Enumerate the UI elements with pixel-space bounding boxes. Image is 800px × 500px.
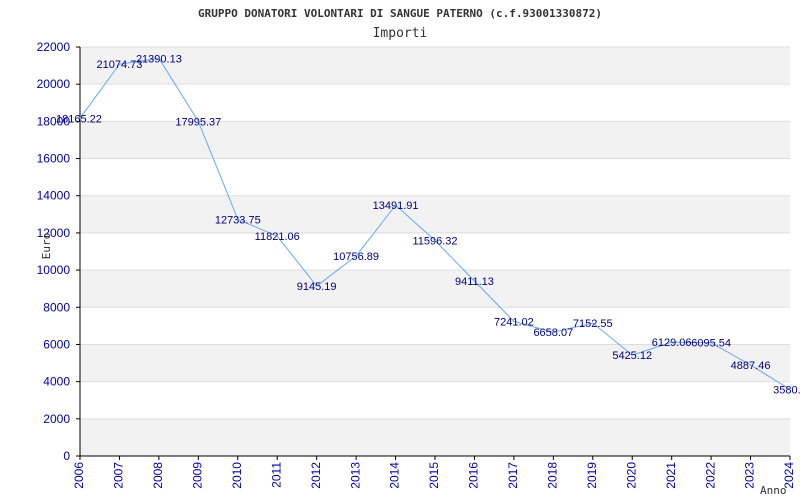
line-chart: GRUPPO DONATORI VOLONTARI DI SANGUE PATE…: [37, 7, 800, 497]
y-tick-label: 10000: [37, 263, 71, 277]
y-tick-label: 8000: [43, 300, 70, 314]
x-tick-label: 2008: [151, 462, 165, 489]
data-label: 9145.19: [297, 281, 337, 293]
x-tick-label: 2016: [467, 462, 481, 489]
data-point: [316, 285, 318, 287]
x-tick-label: 2023: [743, 462, 757, 489]
data-point: [749, 364, 752, 366]
data-label: 12733.75: [215, 214, 261, 226]
data-point: [118, 63, 121, 65]
data-point: [789, 388, 791, 391]
grid-bands: [80, 47, 790, 456]
x-tick-label: 2009: [191, 462, 205, 489]
data-label: 10756.89: [333, 251, 379, 263]
data-label: 21390.13: [136, 53, 182, 65]
data-label: 7241.02: [494, 316, 534, 328]
x-tick-label: 2011: [269, 462, 283, 488]
data-point: [394, 204, 397, 206]
grid-band: [80, 344, 790, 382]
data-point: [197, 120, 199, 123]
x-tick-label: 2017: [506, 462, 520, 489]
grid-band: [80, 270, 790, 308]
data-point: [79, 117, 81, 119]
x-axis-label: Anno: [760, 484, 787, 497]
data-point: [631, 354, 633, 356]
x-tick-label: 2006: [72, 462, 86, 489]
x-tick-label: 2015: [427, 462, 441, 489]
grid-band: [80, 47, 790, 85]
grid-band: [80, 418, 790, 456]
data-point: [355, 255, 357, 257]
x-tick-label: 2022: [703, 462, 717, 489]
x-tick-marks: [79, 456, 791, 460]
data-label: 9411.13: [455, 276, 494, 288]
data-point: [276, 235, 278, 237]
y-tick-label: 14000: [37, 189, 71, 203]
grid-lines: [76, 46, 790, 457]
y-tick-label: 22000: [37, 40, 71, 54]
data-point: [513, 320, 515, 322]
y-tick-label: 16000: [37, 152, 71, 166]
data-label: 3580.6: [773, 384, 800, 396]
chart-subtitle: Importi: [373, 26, 428, 41]
y-tick-label: 4000: [43, 375, 70, 389]
x-tick-label: 2021: [664, 462, 678, 489]
y-axis-label: Euro: [40, 233, 53, 260]
data-label: 11821.06: [255, 231, 300, 243]
data-point: [592, 322, 594, 324]
data-point: [710, 342, 712, 344]
data-point: [434, 239, 436, 242]
data-label: 5425.12: [612, 350, 652, 362]
data-label: 6095.54: [691, 338, 731, 350]
data-label: 13491.91: [373, 200, 419, 212]
y-tick-label: 0: [63, 449, 70, 463]
grid-band: [80, 195, 790, 233]
x-tick-label: 2007: [112, 462, 126, 489]
y-tick-label: 20000: [37, 77, 71, 91]
data-point: [552, 331, 554, 333]
y-tick-label: 2000: [43, 412, 70, 426]
data-label: 6129.06: [652, 337, 692, 349]
data-label: 6658.07: [533, 327, 573, 339]
data-label: 17995.37: [175, 116, 221, 128]
x-tick-label: 2010: [230, 462, 244, 489]
data-point: [473, 280, 476, 282]
data-label: 7152.55: [573, 318, 613, 330]
data-point: [158, 57, 160, 59]
chart-title: GRUPPO DONATORI VOLONTARI DI SANGUE PATE…: [198, 7, 602, 20]
x-tick-label: 2012: [309, 462, 323, 489]
x-tick-label: 2018: [546, 462, 560, 489]
data-point: [237, 218, 239, 220]
y-tick-label: 6000: [43, 337, 70, 351]
data-point: [671, 341, 673, 343]
x-tick-label: 2014: [388, 462, 402, 489]
x-tick-labels: 2006 2007 2008 2009 2010 2011 2012 2013 2014 2015…: [72, 462, 796, 489]
data-label: 4887.46: [731, 360, 771, 372]
data-label: 11596.32: [412, 235, 457, 247]
x-tick-label: 2019: [585, 462, 599, 489]
data-label: 18165.22: [56, 113, 102, 125]
x-tick-label: 2020: [624, 462, 638, 489]
x-tick-label: 2013: [348, 462, 362, 489]
